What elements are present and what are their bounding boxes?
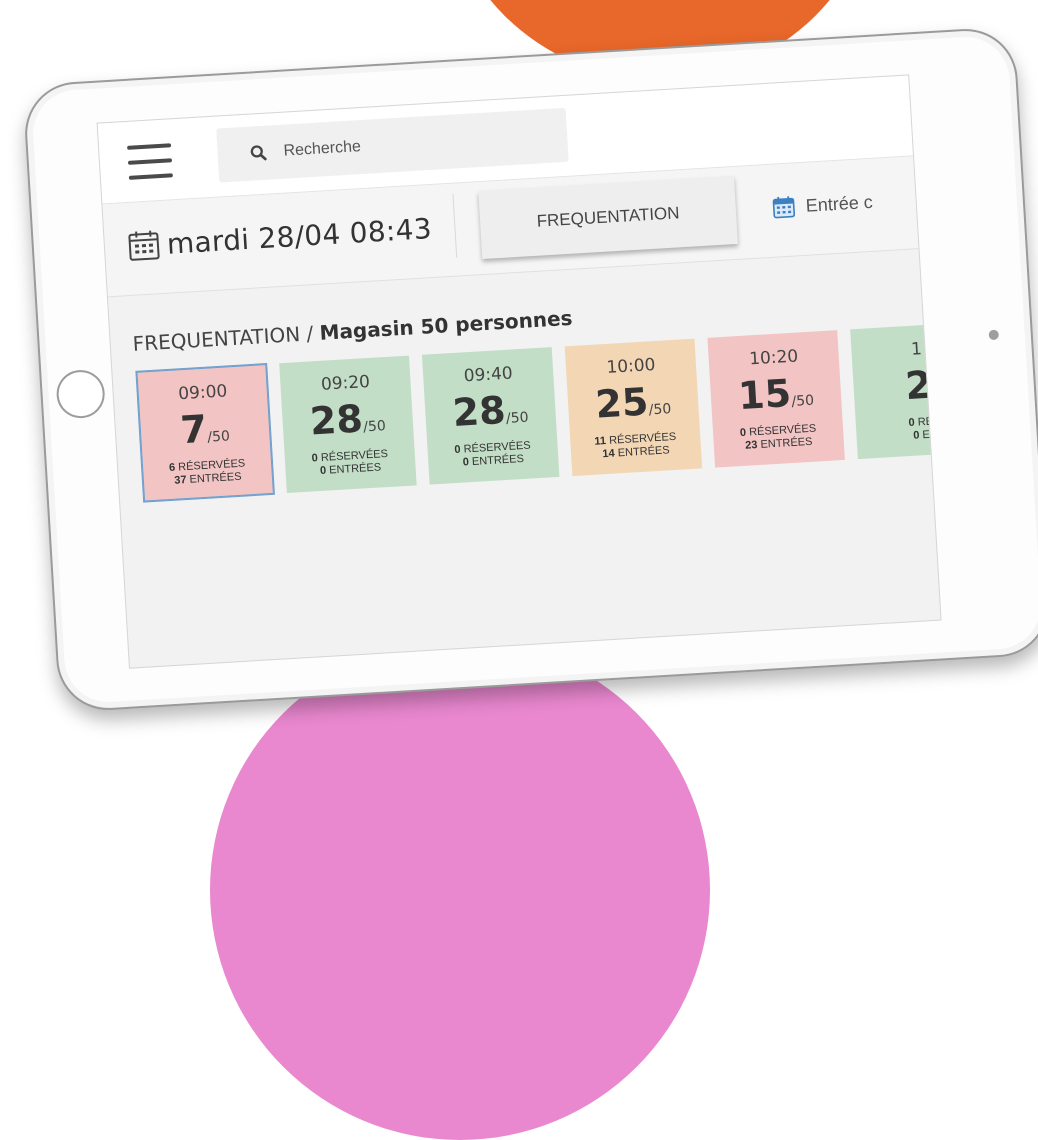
slot-time: 10:00 — [566, 353, 697, 381]
slot-time: 09:20 — [280, 370, 411, 398]
slot-available: 25 — [594, 379, 649, 426]
slot-available: 7 — [179, 407, 208, 452]
slot-available: 2 — [904, 363, 933, 408]
slot-entries-count: 0 — [913, 429, 920, 441]
tablet-home-button — [55, 369, 106, 420]
slot-entries-label: ENTRÉES — [329, 461, 382, 476]
tab-entree-label: Entrée c — [805, 191, 873, 216]
slot-reserved-count: 6 — [169, 462, 176, 474]
slot-capacity: /50 — [791, 393, 814, 410]
decorative-pink-circle — [210, 640, 710, 1140]
slot-entries-label: ENTRÉES — [472, 453, 525, 468]
slot-availability: 28/50 — [424, 385, 557, 446]
slot-available: 28 — [309, 396, 364, 443]
slot-reserved-count: 0 — [454, 444, 461, 456]
slot-entries-count: 0 — [320, 465, 327, 477]
slot-reserved-count: 0 — [908, 417, 915, 429]
app-screen: mardi 28/04 08:43 FREQUENTATION Entré — [97, 74, 942, 668]
slot-availability: 28/50 — [281, 394, 414, 455]
slot-entries-label: E — [922, 429, 930, 441]
search-input[interactable] — [281, 127, 536, 162]
tablet-camera — [988, 330, 999, 341]
menu-icon[interactable] — [127, 143, 173, 180]
calendar-icon — [126, 227, 162, 263]
slot-availability: 2 — [852, 360, 941, 421]
slot-entries-label: ENTRÉES — [617, 444, 670, 459]
time-slot[interactable]: 1 2 0 RÉ 0 E — [850, 322, 941, 459]
slot-time: 09:00 — [138, 379, 267, 407]
slot-availability: 15/50 — [710, 368, 843, 429]
tab-entree[interactable]: Entrée c — [770, 168, 875, 242]
title-prefix: FREQUENTATION / — [132, 321, 320, 356]
slot-time: 10:20 — [708, 344, 839, 372]
slot-reserved-label: RÉ — [917, 416, 933, 429]
search-icon — [249, 144, 268, 163]
slot-reserved-count: 0 — [740, 427, 747, 439]
date-label: mardi 28/04 08:43 — [166, 212, 433, 261]
slot-entries-count: 23 — [745, 439, 758, 452]
slot-entries-label: ENTRÉES — [760, 436, 813, 451]
time-slot[interactable]: 10:00 25/50 11 RÉSERVÉES 14 ENTRÉES — [565, 339, 702, 476]
slot-availability: 25/50 — [567, 377, 700, 438]
calendar-icon — [771, 194, 796, 219]
slot-capacity: /50 — [363, 418, 386, 435]
slot-capacity: /50 — [207, 428, 230, 445]
search-bar[interactable] — [216, 108, 569, 183]
slot-availability: 7/50 — [140, 403, 271, 463]
slot-entries-count: 0 — [462, 456, 469, 468]
slot-available: 28 — [451, 388, 506, 435]
time-slot[interactable]: 10:20 15/50 0 RÉSERVÉES 23 ENTRÉES — [707, 330, 844, 467]
slot-time: 09:40 — [423, 361, 554, 389]
slot-reserved-count: 0 — [311, 452, 318, 464]
tablet-frame: mardi 28/04 08:43 FREQUENTATION Entré — [22, 26, 1038, 713]
divider — [452, 194, 457, 258]
slot-time: 1 — [851, 336, 942, 364]
slot-entries-count: 37 — [174, 474, 187, 487]
slot-capacity: /50 — [648, 401, 671, 418]
slot-entries-count: 14 — [602, 448, 615, 461]
slot-available: 15 — [737, 371, 792, 418]
time-slot[interactable]: 09:00 7/50 6 RÉSERVÉES 37 ENTRÉES — [136, 364, 273, 501]
slot-entries-label: ENTRÉES — [189, 471, 242, 486]
slot-capacity: /50 — [506, 410, 529, 427]
time-slot[interactable]: 09:20 28/50 0 RÉSERVÉES 0 ENTRÉES — [279, 356, 416, 493]
time-slots: 09:00 7/50 6 RÉSERVÉES 37 ENTRÉES 09:20 … — [136, 322, 941, 502]
store-name: Magasin 50 personnes — [319, 306, 573, 345]
slot-reserved-count: 11 — [594, 435, 606, 448]
slot-capacity — [932, 386, 933, 402]
page-title: FREQUENTATION / Magasin 50 personnes — [132, 306, 573, 356]
time-slot[interactable]: 09:40 28/50 0 RÉSERVÉES 0 ENTRÉES — [422, 347, 559, 484]
tab-frequentation[interactable]: FREQUENTATION — [478, 176, 738, 259]
current-date: mardi 28/04 08:43 — [126, 211, 433, 263]
